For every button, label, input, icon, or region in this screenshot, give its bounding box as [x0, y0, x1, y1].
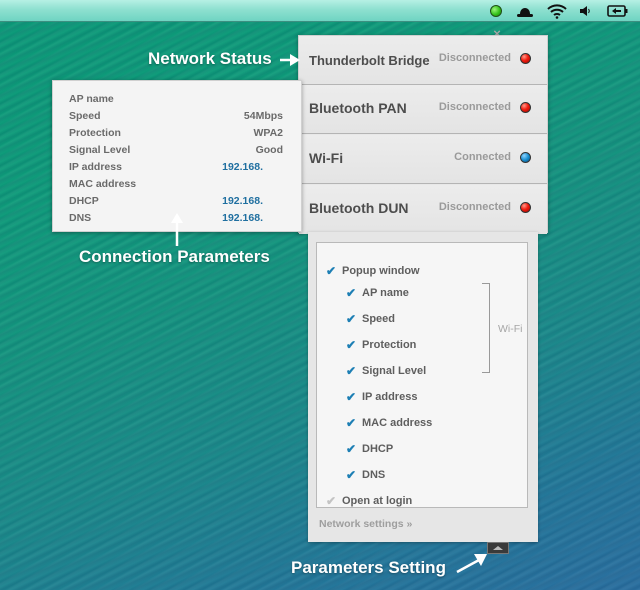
param-label: IP address: [69, 161, 122, 173]
option-protection[interactable]: ✔ Protection: [346, 337, 416, 353]
connection-parameters-panel: AP name Speed 54Mbps Protection WPA2 Sig…: [52, 80, 302, 232]
option-label: MAC address: [362, 417, 433, 429]
hat-icon: [517, 8, 533, 17]
param-value: 54Mbps: [243, 110, 283, 122]
wifi-icon: [547, 3, 567, 19]
settings-toggle-button[interactable]: [487, 542, 509, 554]
arrow-up-icon: [171, 213, 183, 246]
checkmark-icon: ✔: [346, 338, 357, 352]
option-label: AP name: [362, 287, 409, 299]
settings-options-box: ✔ Popup window ✔ AP name ✔ Speed ✔ Prote…: [316, 242, 528, 508]
checkmark-icon: ✔: [346, 286, 357, 300]
option-popup-window[interactable]: ✔ Popup window: [326, 263, 420, 279]
volume-menubar-button[interactable]: [578, 3, 592, 19]
param-value: 192.168.: [222, 195, 263, 207]
param-row-dhcp: DHCP 192.168.: [69, 195, 283, 211]
option-label: DNS: [362, 469, 386, 481]
parameters-settings-panel: ✔ Popup window ✔ AP name ✔ Speed ✔ Prote…: [308, 232, 538, 542]
param-value: 192.168.: [222, 161, 263, 173]
checkmark-icon: ✔: [346, 390, 357, 404]
option-label: IP address: [362, 391, 418, 403]
connection-row-thunderbolt-bridge[interactable]: Thunderbolt Bridge Disconnected: [299, 36, 547, 85]
connection-status: Disconnected: [438, 201, 511, 213]
param-label: Speed: [69, 110, 101, 122]
annotation-parameters-setting: Parameters Setting: [291, 558, 446, 577]
option-dhcp[interactable]: ✔ DHCP: [346, 441, 393, 457]
param-label: AP name: [69, 93, 114, 105]
checkmark-icon: ✔: [326, 264, 337, 278]
wifi-group-label: Wi-Fi: [498, 323, 523, 335]
connection-row-bluetooth-pan[interactable]: Bluetooth PAN Disconnected: [299, 85, 547, 134]
connection-status: Disconnected: [438, 101, 511, 113]
volume-icon: [580, 6, 590, 16]
network-status-menubar-button[interactable]: [490, 3, 502, 19]
param-row-ap-name: AP name: [69, 93, 283, 109]
red-led-icon: [520, 102, 531, 113]
connection-name: Bluetooth DUN: [309, 200, 409, 216]
red-led-icon: [520, 202, 531, 213]
option-signal-level[interactable]: ✔ Signal Level: [346, 363, 426, 379]
param-row-signal-level: Signal Level Good: [69, 144, 283, 160]
param-row-speed: Speed 54Mbps: [69, 110, 283, 126]
param-label: MAC address: [69, 178, 137, 190]
connection-name: Wi-Fi: [309, 150, 344, 166]
connection-row-wifi[interactable]: Wi-Fi Connected: [299, 135, 547, 184]
arrow-diagonal-icon: [456, 554, 487, 574]
hat-menubar-button[interactable]: [515, 3, 535, 19]
param-value: WPA2: [253, 127, 283, 139]
param-label: DHCP: [69, 195, 99, 207]
annotation-connection-parameters: Connection Parameters: [79, 247, 270, 266]
option-label: Protection: [362, 339, 417, 351]
checkmark-icon: ✔: [346, 312, 357, 326]
option-ap-name[interactable]: ✔ AP name: [346, 285, 409, 301]
checkmark-icon: ✔: [346, 416, 357, 430]
blue-led-icon: [520, 152, 531, 163]
battery-menubar-button[interactable]: [606, 3, 630, 19]
option-ip-address[interactable]: ✔ IP address: [346, 389, 417, 405]
option-dns[interactable]: ✔ DNS: [346, 467, 385, 483]
connection-row-bluetooth-dun[interactable]: Bluetooth DUN Disconnected: [299, 185, 547, 234]
param-row-protection: Protection WPA2: [69, 127, 283, 143]
green-status-dot-icon: [490, 5, 502, 17]
param-row-ip-address: IP address 192.168.: [69, 161, 283, 177]
connection-status: Disconnected: [438, 52, 511, 64]
checkmark-icon: ✔: [346, 364, 357, 378]
battery-charging-icon: [607, 5, 628, 17]
annotation-network-status: Network Status: [148, 49, 272, 68]
network-settings-link[interactable]: Network settings »: [319, 518, 412, 530]
wifi-menubar-button[interactable]: [546, 3, 568, 19]
checkmark-icon: ✔: [346, 468, 357, 482]
connection-status: Connected: [454, 151, 511, 163]
option-open-at-login[interactable]: ✔ Open at login: [326, 493, 412, 509]
option-label: Speed: [362, 313, 396, 325]
option-speed[interactable]: ✔ Speed: [346, 311, 395, 327]
param-label: DNS: [69, 212, 92, 224]
option-label: Popup window: [342, 265, 420, 277]
red-led-icon: [520, 53, 531, 64]
option-label: Open at login: [342, 495, 413, 507]
wifi-group-bracket: [482, 283, 490, 373]
option-mac-address[interactable]: ✔ MAC address: [346, 415, 432, 431]
checkmark-icon: ✔: [346, 442, 357, 456]
menu-bar: [0, 0, 640, 22]
caret-up-icon: [493, 546, 503, 550]
option-label: Signal Level: [362, 365, 427, 377]
connection-name: Bluetooth PAN: [309, 100, 407, 116]
option-label: DHCP: [362, 443, 394, 455]
network-status-popup: Thunderbolt Bridge Disconnected Bluetoot…: [298, 35, 548, 234]
param-value: Good: [255, 144, 283, 156]
connection-name: Thunderbolt Bridge: [309, 53, 430, 68]
param-row-mac-address: MAC address: [69, 178, 283, 194]
arrow-right-icon: [280, 54, 300, 66]
param-label: Signal Level: [69, 144, 131, 156]
param-label: Protection: [69, 127, 121, 139]
param-value: 192.168.: [222, 212, 263, 224]
checkmark-unchecked-icon: ✔: [326, 494, 337, 508]
